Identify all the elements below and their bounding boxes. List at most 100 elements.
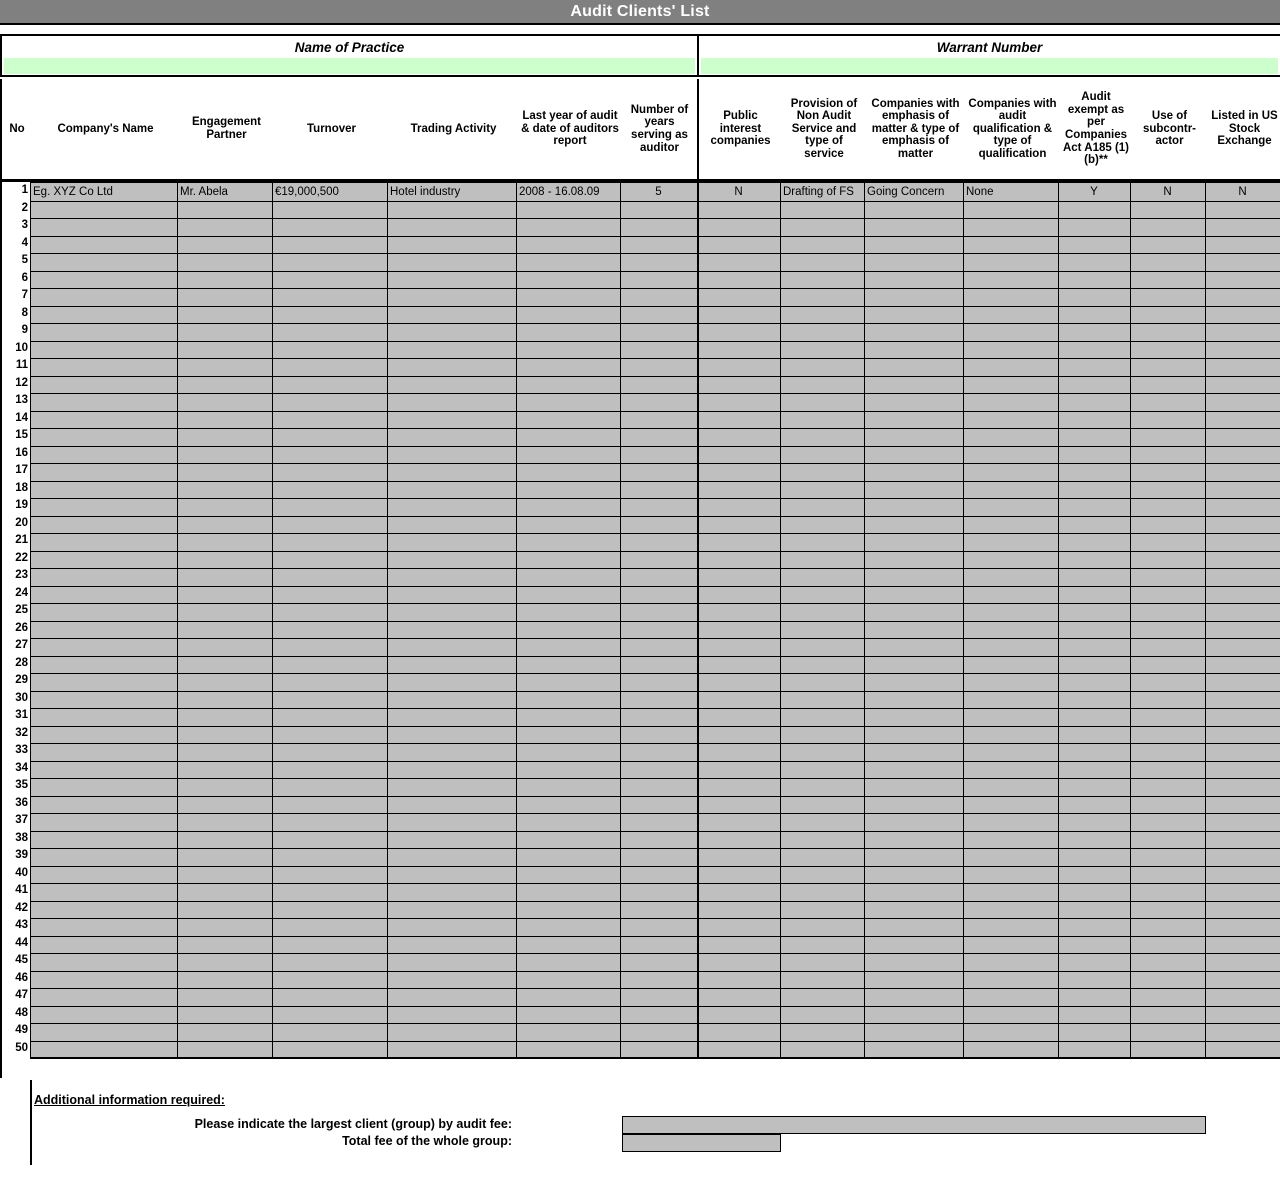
- col-header-companies-with-emphasis-of-matter-type-of-emphasis-of-matter: Companies with emphasis of matter & type…: [871, 97, 960, 160]
- grid-row-line: [30, 673, 1280, 674]
- col-header-turnover: Turnover: [307, 122, 356, 135]
- grid-row-line: [30, 200, 1280, 202]
- row-number: 39: [15, 849, 28, 861]
- grid-row-line: [30, 883, 1280, 884]
- row-number: 14: [15, 411, 28, 424]
- grid-row-line: [30, 463, 1280, 464]
- row-number: 38: [15, 831, 28, 844]
- grid-row-line: [30, 410, 1280, 412]
- grid-row-line: [30, 970, 1280, 972]
- cell-last-year-audit[interactable]: 2008 - 16.08.09: [516, 184, 620, 200]
- table-cells-area[interactable]: Eg. XYZ Co Ltd Mr. Abela €19,000,500 Hotel …: [30, 182, 1280, 1059]
- grid-row-line: [30, 428, 1280, 429]
- warrant-number-label: Warrant Number: [936, 40, 1043, 55]
- name-of-practice-label: Name of Practice: [294, 40, 405, 55]
- largest-client-label: Please indicate the largest client (grou…: [194, 1117, 512, 1131]
- row-number: 29: [15, 674, 28, 686]
- row-number: 35: [15, 779, 28, 791]
- practice-warrant-labels: Name of Practice Warrant Number: [0, 36, 1280, 77]
- grid-row-line: [30, 760, 1280, 762]
- cell-non-audit-service[interactable]: Drafting of FS: [780, 184, 864, 200]
- row-number: 19: [15, 499, 28, 511]
- spacer-row: [0, 27, 1280, 36]
- cell-trading-activity[interactable]: Hotel industry: [387, 184, 516, 200]
- cell-years-serving[interactable]: 5: [620, 184, 697, 200]
- name-of-practice-input[interactable]: [4, 58, 695, 74]
- col-header-company-s-name: Company's Name: [57, 122, 154, 135]
- row-number: 41: [15, 884, 28, 896]
- col-header-provision-of-non-audit-service-and-type-of-service: Provision of Non Audit Service and type …: [790, 97, 858, 160]
- cell-company-name[interactable]: Eg. XYZ Co Ltd: [30, 184, 177, 200]
- cell-emphasis-of-matter[interactable]: Going Concern: [864, 184, 963, 200]
- cell-public-interest[interactable]: N: [697, 184, 780, 200]
- row-number: 3: [21, 219, 28, 231]
- cell-engagement-partner[interactable]: Mr. Abela: [177, 184, 272, 200]
- audit-clients-table: 1 2 3 4 5 6 7 8 9 10 11 12 13 14 15 16 17 18 19 20 21 22 23 24 2…: [0, 182, 1280, 1078]
- grid-column-line: [780, 183, 781, 1058]
- cell-audit-exempt[interactable]: Y: [1058, 184, 1130, 200]
- grid-row-line: [30, 953, 1280, 954]
- row-number: 50: [15, 1041, 28, 1054]
- cell-audit-qualification[interactable]: None: [963, 184, 1058, 200]
- grid-row-line: [30, 585, 1280, 587]
- row-number: 37: [15, 814, 28, 826]
- col-header-trading-activity: Trading Activity: [410, 122, 497, 135]
- grid-row-line: [30, 375, 1280, 377]
- row-number: 40: [15, 866, 28, 879]
- row-number: 8: [21, 306, 28, 319]
- grid-row-line: [30, 848, 1280, 849]
- page-title: Audit Clients' List: [570, 2, 710, 20]
- row-number: 42: [15, 901, 28, 914]
- col-header-use-of-subcontr-actor: Use of subcontr-actor: [1142, 110, 1197, 148]
- grid-column-line: [387, 183, 388, 1058]
- grid-row-line: [30, 830, 1280, 832]
- row-number: 26: [15, 621, 28, 634]
- grid-row-line: [30, 725, 1280, 727]
- grid-row-line: [30, 358, 1280, 359]
- grid-row-line: [30, 533, 1280, 534]
- practice-warrant-section: Name of Practice Warrant Number: [0, 27, 1280, 77]
- warrant-number-input[interactable]: [701, 58, 1278, 74]
- cell-subcontractor[interactable]: N: [1130, 184, 1205, 200]
- col-header-companies-with-audit-qualification-type-of-qualification: Companies with audit qualification & typ…: [968, 97, 1057, 160]
- grid-row-line: [30, 638, 1280, 639]
- grid-row-line: [30, 900, 1280, 902]
- col-header-no: No: [9, 122, 25, 135]
- warrant-number-cell: Warrant Number: [699, 36, 1280, 75]
- row-number: 18: [15, 481, 28, 494]
- grid-column-line: [864, 183, 865, 1058]
- row-number: 24: [15, 586, 28, 599]
- grid-row-line: [30, 778, 1280, 779]
- row-number-column: 1 2 3 4 5 6 7 8 9 10 11 12 13 14 15 16 17 18 19 20 21 22 23 24 2…: [0, 182, 30, 1078]
- row-number: 32: [15, 726, 28, 739]
- grid-row-line: [30, 498, 1280, 499]
- page-title-bar: Audit Clients' List: [0, 0, 1280, 25]
- grid-column-line: [272, 183, 273, 1058]
- largest-client-input[interactable]: [622, 1116, 1206, 1134]
- row-number: 4: [21, 236, 28, 249]
- row-number: 7: [21, 289, 28, 301]
- cell-us-listed[interactable]: N: [1205, 184, 1280, 200]
- row-number: 47: [15, 989, 28, 1001]
- grid-row-line: [30, 340, 1280, 342]
- grid-row-line: [30, 743, 1280, 744]
- row-number: 34: [15, 761, 28, 774]
- grid-row-line: [30, 323, 1280, 324]
- row-number: 43: [15, 919, 28, 931]
- row-number: 2: [21, 201, 28, 214]
- cell-turnover[interactable]: €19,000,500: [272, 184, 387, 200]
- total-fee-input[interactable]: [622, 1134, 781, 1152]
- row-number: 28: [15, 656, 28, 669]
- row-number: 10: [15, 341, 28, 354]
- row-number: 15: [15, 429, 28, 441]
- row-number: 48: [15, 1006, 28, 1019]
- row-number: 11: [15, 359, 28, 371]
- row-number: 25: [15, 604, 28, 616]
- grid-row-line: [30, 218, 1280, 219]
- grid-column-line: [516, 183, 517, 1058]
- row-number: 49: [15, 1024, 28, 1036]
- table-bottom-rule: [30, 1057, 1280, 1059]
- table-column-headers: No Company's Name Engagement Partner Turnov…: [0, 79, 1280, 182]
- grid-column-line: [1130, 183, 1131, 1058]
- grid-column-line: [1205, 183, 1206, 1058]
